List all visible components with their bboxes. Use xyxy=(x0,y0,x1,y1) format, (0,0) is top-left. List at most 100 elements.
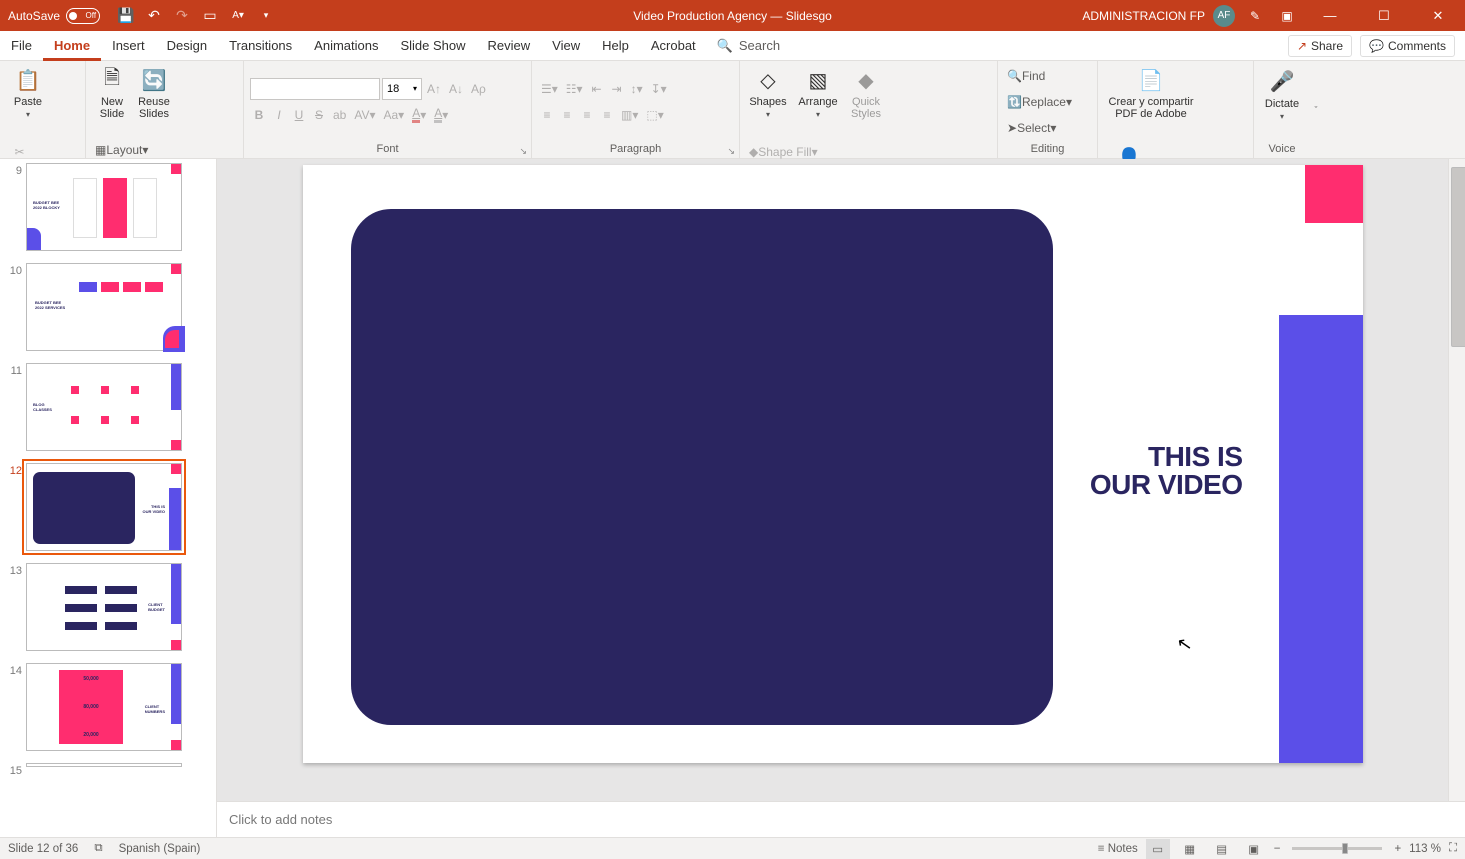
shadow-button[interactable]: ab xyxy=(330,104,349,126)
tab-design[interactable]: Design xyxy=(156,31,218,61)
new-slide-icon: 🗎 xyxy=(104,66,120,94)
clear-formatting-icon[interactable]: Aρ xyxy=(468,78,489,100)
new-slide-button[interactable]: 🗎 New Slide xyxy=(92,63,132,137)
tab-review[interactable]: Review xyxy=(477,31,542,61)
notes-toggle[interactable]: ≡ Notes xyxy=(1098,843,1138,855)
undo-icon[interactable]: ↶ xyxy=(144,6,164,26)
dialog-launcher-icon[interactable]: ↘ xyxy=(519,146,527,157)
share-button[interactable]: ↗ Share xyxy=(1288,35,1352,57)
align-right-icon[interactable]: ≡ xyxy=(578,104,596,126)
zoom-out-icon[interactable]: − xyxy=(1274,843,1281,855)
accessibility-icon[interactable]: ⧉ xyxy=(94,842,102,855)
replace-button[interactable]: 🔃 Replace ▾ xyxy=(1004,91,1090,113)
justify-icon[interactable]: ≡ xyxy=(598,104,616,126)
autosave-state[interactable]: Off xyxy=(66,8,100,24)
touch-mode-icon[interactable]: A▾ xyxy=(228,6,248,26)
language-indicator[interactable]: Spanish (Spain) xyxy=(119,843,201,855)
close-button[interactable]: ✕ xyxy=(1415,0,1461,31)
tab-animations[interactable]: Animations xyxy=(303,31,389,61)
numbering-icon[interactable]: ☷▾ xyxy=(563,78,586,100)
thumbnail-10[interactable]: 10 BUDGET BEE2022 SERVICES xyxy=(4,263,216,351)
select-button[interactable]: ➤ Select ▾ xyxy=(1004,117,1090,139)
tab-transitions[interactable]: Transitions xyxy=(218,31,303,61)
comments-button[interactable]: 💬 Comments xyxy=(1360,35,1455,57)
vertical-scrollbar[interactable] xyxy=(1448,159,1465,801)
present-from-start-icon[interactable]: ▭ xyxy=(200,6,220,26)
quick-styles-button[interactable]: ◆ Quick Styles xyxy=(846,63,886,137)
avatar[interactable]: AF xyxy=(1213,5,1235,27)
minimize-button[interactable]: — xyxy=(1307,0,1353,31)
layout-button[interactable]: ▦ Layout ▾ xyxy=(92,139,158,161)
find-button[interactable]: 🔍 Find xyxy=(1004,65,1090,87)
qat-customize-icon[interactable]: ▾ xyxy=(256,6,276,26)
tab-home[interactable]: Home xyxy=(43,31,101,61)
change-case-button[interactable]: Aa▾ xyxy=(381,104,408,126)
decrease-indent-icon[interactable]: ⇤ xyxy=(588,78,606,100)
zoom-in-icon[interactable]: + xyxy=(1394,843,1401,855)
autosave-toggle[interactable]: AutoSave Off xyxy=(0,8,108,24)
pen-icon[interactable]: ✎ xyxy=(1243,4,1267,28)
slide[interactable]: THIS IS OUR VIDEO xyxy=(303,165,1363,763)
line-spacing-icon[interactable]: ↕▾ xyxy=(628,78,646,100)
dialog-launcher-icon[interactable]: ↘ xyxy=(727,146,735,157)
thumbnail-15[interactable]: 15 xyxy=(4,763,216,777)
redo-icon[interactable]: ↷ xyxy=(172,6,192,26)
account-name[interactable]: ADMINISTRACION FP xyxy=(1082,9,1205,23)
thumbnail-pane[interactable]: 9 BUDGET BEE2022 BLOCKY 10 BUDGET BEE202… xyxy=(0,159,217,837)
tab-file[interactable]: File xyxy=(0,31,43,61)
tab-acrobat[interactable]: Acrobat xyxy=(640,31,707,61)
text-direction-icon[interactable]: ↧▾ xyxy=(648,78,670,100)
arrange-button[interactable]: ▧ Arrange▾ xyxy=(794,63,842,137)
zoom-slider[interactable] xyxy=(1292,847,1382,850)
bold-button[interactable]: B xyxy=(250,104,268,126)
char-spacing-button[interactable]: AV▾ xyxy=(351,104,378,126)
thumbnail-13[interactable]: 13 CLIENTBUDGET xyxy=(4,563,216,651)
reading-view-icon[interactable]: ▤ xyxy=(1210,839,1234,859)
slideshow-icon[interactable]: ▣ xyxy=(1242,839,1266,859)
underline-button[interactable]: U xyxy=(290,104,308,126)
thumbnail-9[interactable]: 9 BUDGET BEE2022 BLOCKY xyxy=(4,163,216,251)
shapes-icon: ◇ xyxy=(760,66,775,94)
thumbnail-12[interactable]: 12 THIS ISOUR VIDEO xyxy=(4,463,216,551)
shapes-button[interactable]: ◇ Shapes▾ xyxy=(746,63,790,137)
notes-pane[interactable]: Click to add notes xyxy=(217,801,1465,837)
align-center-icon[interactable]: ≡ xyxy=(558,104,576,126)
slide-canvas[interactable]: THIS IS OUR VIDEO ↖ xyxy=(217,159,1448,801)
align-left-icon[interactable]: ≡ xyxy=(538,104,556,126)
increase-font-icon[interactable]: A↑ xyxy=(424,78,444,100)
search-box[interactable]: 🔍 Search xyxy=(707,38,790,54)
thumbnail-11[interactable]: 11 BLOGCLASSES xyxy=(4,363,216,451)
tab-help[interactable]: Help xyxy=(591,31,640,61)
zoom-level[interactable]: 113 % xyxy=(1409,843,1441,855)
font-name-box[interactable] xyxy=(250,78,380,100)
columns-icon[interactable]: ▥▾ xyxy=(618,104,641,126)
bullets-icon[interactable]: ☰▾ xyxy=(538,78,561,100)
smart-art-icon[interactable]: ⬚▾ xyxy=(643,104,666,126)
tab-insert[interactable]: Insert xyxy=(101,31,156,61)
video-placeholder[interactable] xyxy=(351,209,1053,725)
ribbon-display-options-icon[interactable]: ▣ xyxy=(1275,4,1299,28)
tab-slide-show[interactable]: Slide Show xyxy=(389,31,476,61)
increase-indent-icon[interactable]: ⇥ xyxy=(608,78,626,100)
normal-view-icon[interactable]: ▭ xyxy=(1146,839,1170,859)
thumbnail-14[interactable]: 14 50,00080,00020,000 CLIENTNUMBERS xyxy=(4,663,216,751)
slide-sorter-icon[interactable]: ▦ xyxy=(1178,839,1202,859)
decrease-font-icon[interactable]: A↓ xyxy=(446,78,466,100)
font-color-icon[interactable]: A▾ xyxy=(409,104,429,126)
reuse-slides-button[interactable]: 🔄 Reuse Slides xyxy=(134,63,174,137)
strikethrough-button[interactable]: S xyxy=(310,104,328,126)
italic-button[interactable]: I xyxy=(270,104,288,126)
dictate-button[interactable]: 🎤 Dictate▾ xyxy=(1260,65,1304,139)
fit-to-window-icon[interactable]: ⛶ xyxy=(1449,842,1457,855)
save-icon[interactable]: 💾 xyxy=(116,6,136,26)
slide-indicator[interactable]: Slide 12 of 36 xyxy=(8,843,78,855)
maximize-button[interactable]: ☐ xyxy=(1361,0,1407,31)
paste-button[interactable]: 📋 Paste ▾ xyxy=(6,63,50,137)
tab-view[interactable]: View xyxy=(541,31,591,61)
create-pdf-button[interactable]: 📄 Crear y compartir PDF de Adobe xyxy=(1104,63,1198,137)
highlight-icon[interactable]: A▾ xyxy=(431,104,451,126)
group-label: Paragraph xyxy=(610,143,661,155)
slide-title[interactable]: THIS IS OUR VIDEO xyxy=(1090,443,1243,499)
font-size-box[interactable]: 18▾ xyxy=(382,78,422,100)
collapse-ribbon-icon[interactable]: ˇ xyxy=(1310,61,1322,158)
